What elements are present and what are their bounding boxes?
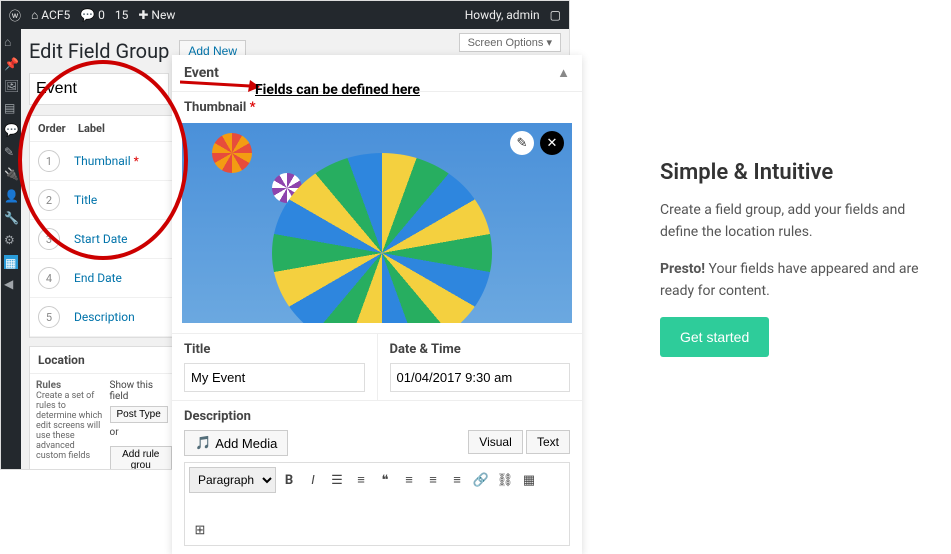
required-icon: * — [250, 100, 256, 115]
fullscreen-icon[interactable] — [189, 495, 565, 517]
marketing-panel: Simple & Intuitive Create a field group,… — [660, 160, 940, 357]
label-header: Label — [78, 122, 105, 135]
media-icon[interactable]: 🖼 — [4, 79, 18, 93]
add-rule-group-button[interactable]: Add rule grou — [110, 446, 172, 469]
editor-toolbar: Paragraph B I ☰ ≡ ❝ ≡ ≡ ≡ 🔗 ⛓ ▦ ⊞ — [184, 462, 570, 546]
visual-tab[interactable]: Visual — [468, 430, 522, 454]
collapse-icon[interactable]: ◀ — [4, 277, 18, 291]
quote-icon[interactable]: ❝ — [374, 469, 396, 491]
align-center-icon[interactable]: ≡ — [422, 469, 444, 491]
site-name[interactable]: ⌂ ACF5 — [31, 8, 70, 22]
remove-image-icon[interactable]: ✕ — [540, 131, 564, 155]
field-order: 5 — [38, 306, 60, 328]
field-label[interactable]: Thumbnail * — [74, 154, 139, 168]
event-panel-title: Event — [184, 65, 219, 81]
align-right-icon[interactable]: ≡ — [446, 469, 468, 491]
number-list-icon[interactable]: ≡ — [350, 469, 372, 491]
acf-icon[interactable]: ▦ — [4, 255, 18, 269]
marketing-heading: Simple & Intuitive — [660, 160, 940, 185]
add-media-button[interactable]: 🎵 Add Media — [184, 430, 288, 456]
unlink-icon[interactable]: ⛓ — [494, 469, 516, 491]
balloon-decoration — [212, 133, 252, 173]
title-field-label: Title — [184, 342, 365, 357]
kitchen-sink-icon[interactable]: ⊞ — [189, 519, 211, 541]
rules-desc: Create a set of rules to determine which… — [36, 391, 102, 461]
field-row[interactable]: 3 Start Date — [30, 220, 178, 259]
title-input[interactable] — [184, 363, 365, 392]
paragraph-select[interactable]: Paragraph — [189, 467, 276, 493]
text-tab[interactable]: Text — [526, 430, 570, 454]
description-label: Description — [184, 409, 570, 424]
field-row[interactable]: 1 Thumbnail * — [30, 142, 178, 181]
or-label: or — [110, 427, 172, 438]
user-avatar-icon[interactable]: ▢ — [550, 8, 561, 22]
plugins-icon[interactable]: 🔌 — [4, 167, 18, 181]
comments-icon[interactable]: 💬 0 — [80, 8, 105, 22]
field-order: 3 — [38, 228, 60, 250]
field-order: 2 — [38, 189, 60, 211]
field-list: Order Label 1 Thumbnail * 2 Title 3 Start Dat… — [29, 115, 179, 338]
field-order: 1 — [38, 150, 60, 172]
tools-icon[interactable]: 🔧 — [4, 211, 18, 225]
group-title-input[interactable] — [29, 73, 169, 105]
dashboard-icon[interactable]: ⌂ — [4, 35, 18, 49]
datetime-field-label: Date & Time — [390, 342, 571, 357]
field-label[interactable]: Start Date — [74, 232, 128, 246]
wp-admin-sidebar: ⌂ 📌 🖼 ▤ 💬 ✎ 🔌 👤 🔧 ⚙ ▦ ◀ — [1, 29, 21, 469]
field-row[interactable]: 5 Description — [30, 298, 178, 337]
show-field-label: Show this field — [110, 380, 172, 402]
rules-label: Rules — [36, 380, 104, 391]
screen-options-button[interactable]: Screen Options ▾ — [459, 33, 561, 52]
howdy-user[interactable]: Howdy, admin — [465, 8, 540, 22]
location-title: Location — [30, 347, 178, 374]
location-box: Location Rules Create a set of rules to … — [29, 346, 179, 469]
posts-icon[interactable]: 📌 — [4, 57, 18, 71]
event-metabox: Event ▲ Thumbnail * ✎ ✕ Title Date & Tim… — [172, 55, 582, 554]
edit-image-icon[interactable]: ✎ — [510, 131, 534, 155]
field-row[interactable]: 4 End Date — [30, 259, 178, 298]
order-header: Order — [38, 122, 78, 135]
field-label[interactable]: End Date — [74, 271, 122, 285]
comments-icon[interactable]: 💬 — [4, 123, 18, 137]
balloon-decoration — [272, 153, 492, 323]
align-left-icon[interactable]: ≡ — [398, 469, 420, 491]
bold-icon[interactable]: B — [278, 469, 300, 491]
link-icon[interactable]: 🔗 — [470, 469, 492, 491]
field-row[interactable]: 2 Title — [30, 181, 178, 220]
marketing-p1: Create a field group, add your fields an… — [660, 199, 940, 244]
bullet-list-icon[interactable]: ☰ — [326, 469, 348, 491]
updates-count[interactable]: 15 — [115, 8, 129, 22]
wp-admin-bar: ⓦ ⌂ ACF5 💬 0 15 ✚ New Howdy, admin ▢ — [1, 1, 569, 29]
settings-icon[interactable]: ⚙ — [4, 233, 18, 247]
collapse-icon[interactable]: ▲ — [557, 65, 570, 81]
media-icon: 🎵 — [195, 435, 211, 451]
more-icon[interactable]: ▦ — [518, 469, 540, 491]
italic-icon[interactable]: I — [302, 469, 324, 491]
field-order: 4 — [38, 267, 60, 289]
pages-icon[interactable]: ▤ — [4, 101, 18, 115]
post-type-select[interactable]: Post Type — [110, 406, 168, 423]
wp-logo-icon[interactable]: ⓦ — [9, 7, 21, 24]
marketing-p2: Presto! Your fields have appeared and ar… — [660, 258, 940, 303]
thumbnail-image[interactable]: ✎ ✕ — [182, 123, 572, 323]
thumbnail-label: Thumbnail — [184, 100, 246, 115]
get-started-button[interactable]: Get started — [660, 317, 769, 357]
datetime-input[interactable] — [390, 363, 571, 392]
new-content[interactable]: ✚ New — [138, 8, 175, 22]
field-label[interactable]: Description — [74, 310, 135, 324]
page-title: Edit Field Group — [29, 39, 169, 63]
field-label[interactable]: Title — [74, 193, 97, 207]
appearance-icon[interactable]: ✎ — [4, 145, 18, 159]
users-icon[interactable]: 👤 — [4, 189, 18, 203]
